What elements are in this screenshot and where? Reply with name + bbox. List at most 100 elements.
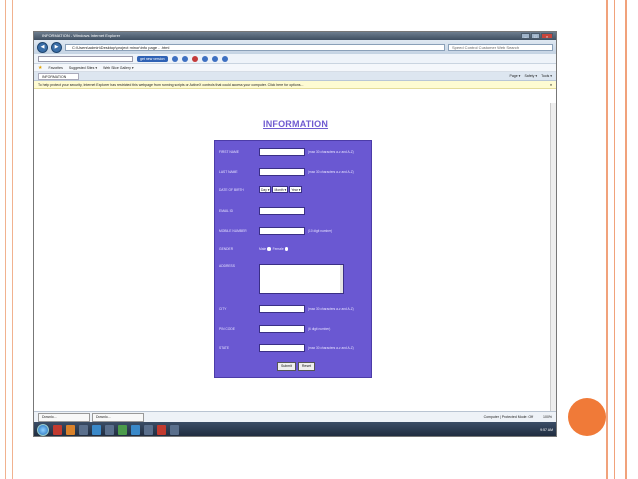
gender-label: GENDER (219, 247, 234, 251)
download-tab[interactable]: Downlo... (38, 412, 90, 422)
taskbar-app-icon[interactable] (157, 425, 166, 435)
forward-arrow-icon[interactable]: ▶ (51, 41, 62, 53)
tab-information[interactable]: INFORMATION (38, 72, 80, 80)
pin-input[interactable] (259, 325, 305, 333)
dob-row: DATE OF BIRTH Day ▾ Month ▾ Year ▾ (219, 186, 303, 193)
system-tray: 9:57 AM (540, 428, 553, 432)
mobile-label: MOBILE NUMBER (219, 229, 247, 233)
mobile-hint: (10 digit number) (308, 229, 333, 233)
gender-male-label: Male (259, 247, 267, 251)
first-name-hint: (max 30 characters a-z and A-Z) (308, 150, 354, 154)
address-label: ADDRESS (219, 264, 235, 268)
taskbar-app-icon[interactable] (144, 425, 153, 435)
toolbar-icon[interactable] (191, 55, 198, 62)
address-row: ADDRESS (219, 264, 344, 294)
state-row: STATE (max 30 characters a-z and A-Z) (219, 344, 354, 352)
favorites-button[interactable]: Favorites (48, 66, 62, 70)
email-row: EMAIL ID (219, 207, 305, 215)
dob-month-select[interactable]: Month ▾ (272, 186, 289, 193)
status-bar: Downlo... Downlo... Computer | Protected… (34, 411, 556, 422)
last-name-row: LAST NAME (max 30 characters a-z and A-Z… (219, 168, 354, 176)
dob-month-value: Month (274, 188, 284, 192)
taskbar-app-icon[interactable] (118, 425, 127, 435)
left-border-line (5, 0, 6, 479)
tab-bar: INFORMATION Page ▾ Safety ▾ Tools ▾ (34, 72, 556, 81)
right-border-line (625, 0, 627, 479)
security-infobar[interactable]: To help protect your security, Internet … (34, 81, 556, 89)
email-input[interactable] (259, 207, 305, 215)
right-border-line (614, 0, 615, 479)
security-zone[interactable]: Computer | Protected Mode: Off (484, 415, 533, 419)
window-titlebar: INFORMATION - Windows Internet Explorer … (34, 32, 556, 40)
first-name-row: FIRST NAME (max 30 characters a-z and A-… (219, 148, 354, 156)
taskbar-app-icon[interactable] (66, 425, 75, 435)
toolbar-icon[interactable] (181, 55, 188, 62)
taskbar-app-icon[interactable] (92, 425, 101, 435)
dob-year-select[interactable]: Year ▾ (289, 186, 303, 193)
gender-female-radio[interactable] (284, 247, 289, 251)
web-slice-gallery-link[interactable]: Web Slice Gallery ▾ (103, 66, 133, 70)
addon-toolbar: get new version (34, 54, 556, 64)
address-textarea[interactable] (259, 264, 344, 294)
clock[interactable]: 9:57 AM (540, 428, 553, 432)
get-new-version-button[interactable]: get new version (137, 55, 168, 62)
infobar-text: To help protect your security, Internet … (38, 83, 304, 87)
suggested-sites-link[interactable]: Suggested Sites ▾ (69, 66, 97, 70)
toolbar-icon[interactable] (221, 55, 228, 62)
right-border-line (606, 0, 608, 479)
taskbar-app-icon[interactable] (53, 425, 62, 435)
back-arrow-icon[interactable]: ◀ (37, 41, 48, 53)
last-name-input[interactable] (259, 168, 305, 176)
taskbar-app-icon[interactable] (79, 425, 88, 435)
search-input[interactable]: Speed Control Customer Web Search (448, 43, 553, 51)
dob-label: DATE OF BIRTH (219, 187, 244, 192)
toolbar-icon[interactable] (211, 55, 218, 62)
dob-year-value: Year (291, 188, 298, 192)
dob-day-select[interactable]: Day ▾ (259, 186, 272, 193)
address-field[interactable]: C:\Users\admin\Desktop\project minor\inf… (65, 43, 445, 51)
favorites-star-icon[interactable]: ★ (38, 65, 42, 71)
taskbar-app-icon[interactable] (170, 425, 179, 435)
command-tools[interactable]: Tools ▾ (541, 74, 552, 78)
window-title: INFORMATION - Windows Internet Explorer (42, 33, 121, 38)
page-content: INFORMATION FIRST NAME (max 30 character… (34, 103, 550, 411)
toolbar-search-input[interactable] (38, 55, 133, 62)
minimize-button[interactable]: – (521, 33, 530, 39)
city-input[interactable] (259, 305, 305, 313)
command-safety[interactable]: Safety ▾ (524, 74, 537, 78)
close-window-button[interactable]: × (541, 33, 553, 39)
infobar-close-icon[interactable]: × (550, 81, 552, 89)
last-name-label: LAST NAME (219, 170, 238, 174)
toolbar-icon[interactable] (171, 55, 178, 62)
maximize-button[interactable]: □ (531, 33, 540, 39)
download-tab[interactable]: Downlo... (92, 412, 144, 422)
state-input[interactable] (259, 344, 305, 352)
mobile-row: MOBILE NUMBER (10 digit number) (219, 227, 332, 235)
left-border-line (12, 0, 13, 479)
city-row: CITY (max 30 characters a-z and A-Z) (219, 305, 354, 313)
city-label: CITY (219, 307, 227, 311)
start-button-icon[interactable] (37, 424, 49, 436)
mobile-input[interactable] (259, 227, 305, 235)
email-label: EMAIL ID (219, 209, 233, 213)
command-page[interactable]: Page ▾ (510, 74, 521, 78)
textarea-scrollbar[interactable] (340, 265, 343, 293)
information-form: FIRST NAME (max 30 characters a-z and A-… (214, 140, 372, 378)
browser-screenshot: INFORMATION - Windows Internet Explorer … (33, 31, 557, 437)
submit-button[interactable]: Submit (277, 362, 296, 371)
last-name-hint: (max 30 characters a-z and A-Z) (308, 170, 354, 174)
toolbar-icon[interactable] (201, 55, 208, 62)
favorites-bar: ★ Favorites Suggested Sites ▾ Web Slice … (34, 64, 556, 72)
zoom-level[interactable]: 100% (543, 415, 552, 419)
gender-male-radio[interactable] (267, 247, 271, 251)
first-name-input[interactable] (259, 148, 305, 156)
form-buttons: Submit Reset (277, 362, 316, 371)
status-right: Computer | Protected Mode: Off 100% (484, 415, 552, 419)
reset-button[interactable]: Reset (297, 362, 316, 371)
page-scrollbar[interactable] (550, 103, 556, 411)
windows-taskbar: 9:57 AM (34, 422, 556, 436)
state-label: STATE (219, 346, 230, 350)
taskbar-app-icon[interactable] (105, 425, 114, 435)
dob-day-value: Day (261, 188, 267, 192)
taskbar-app-icon[interactable] (131, 425, 140, 435)
